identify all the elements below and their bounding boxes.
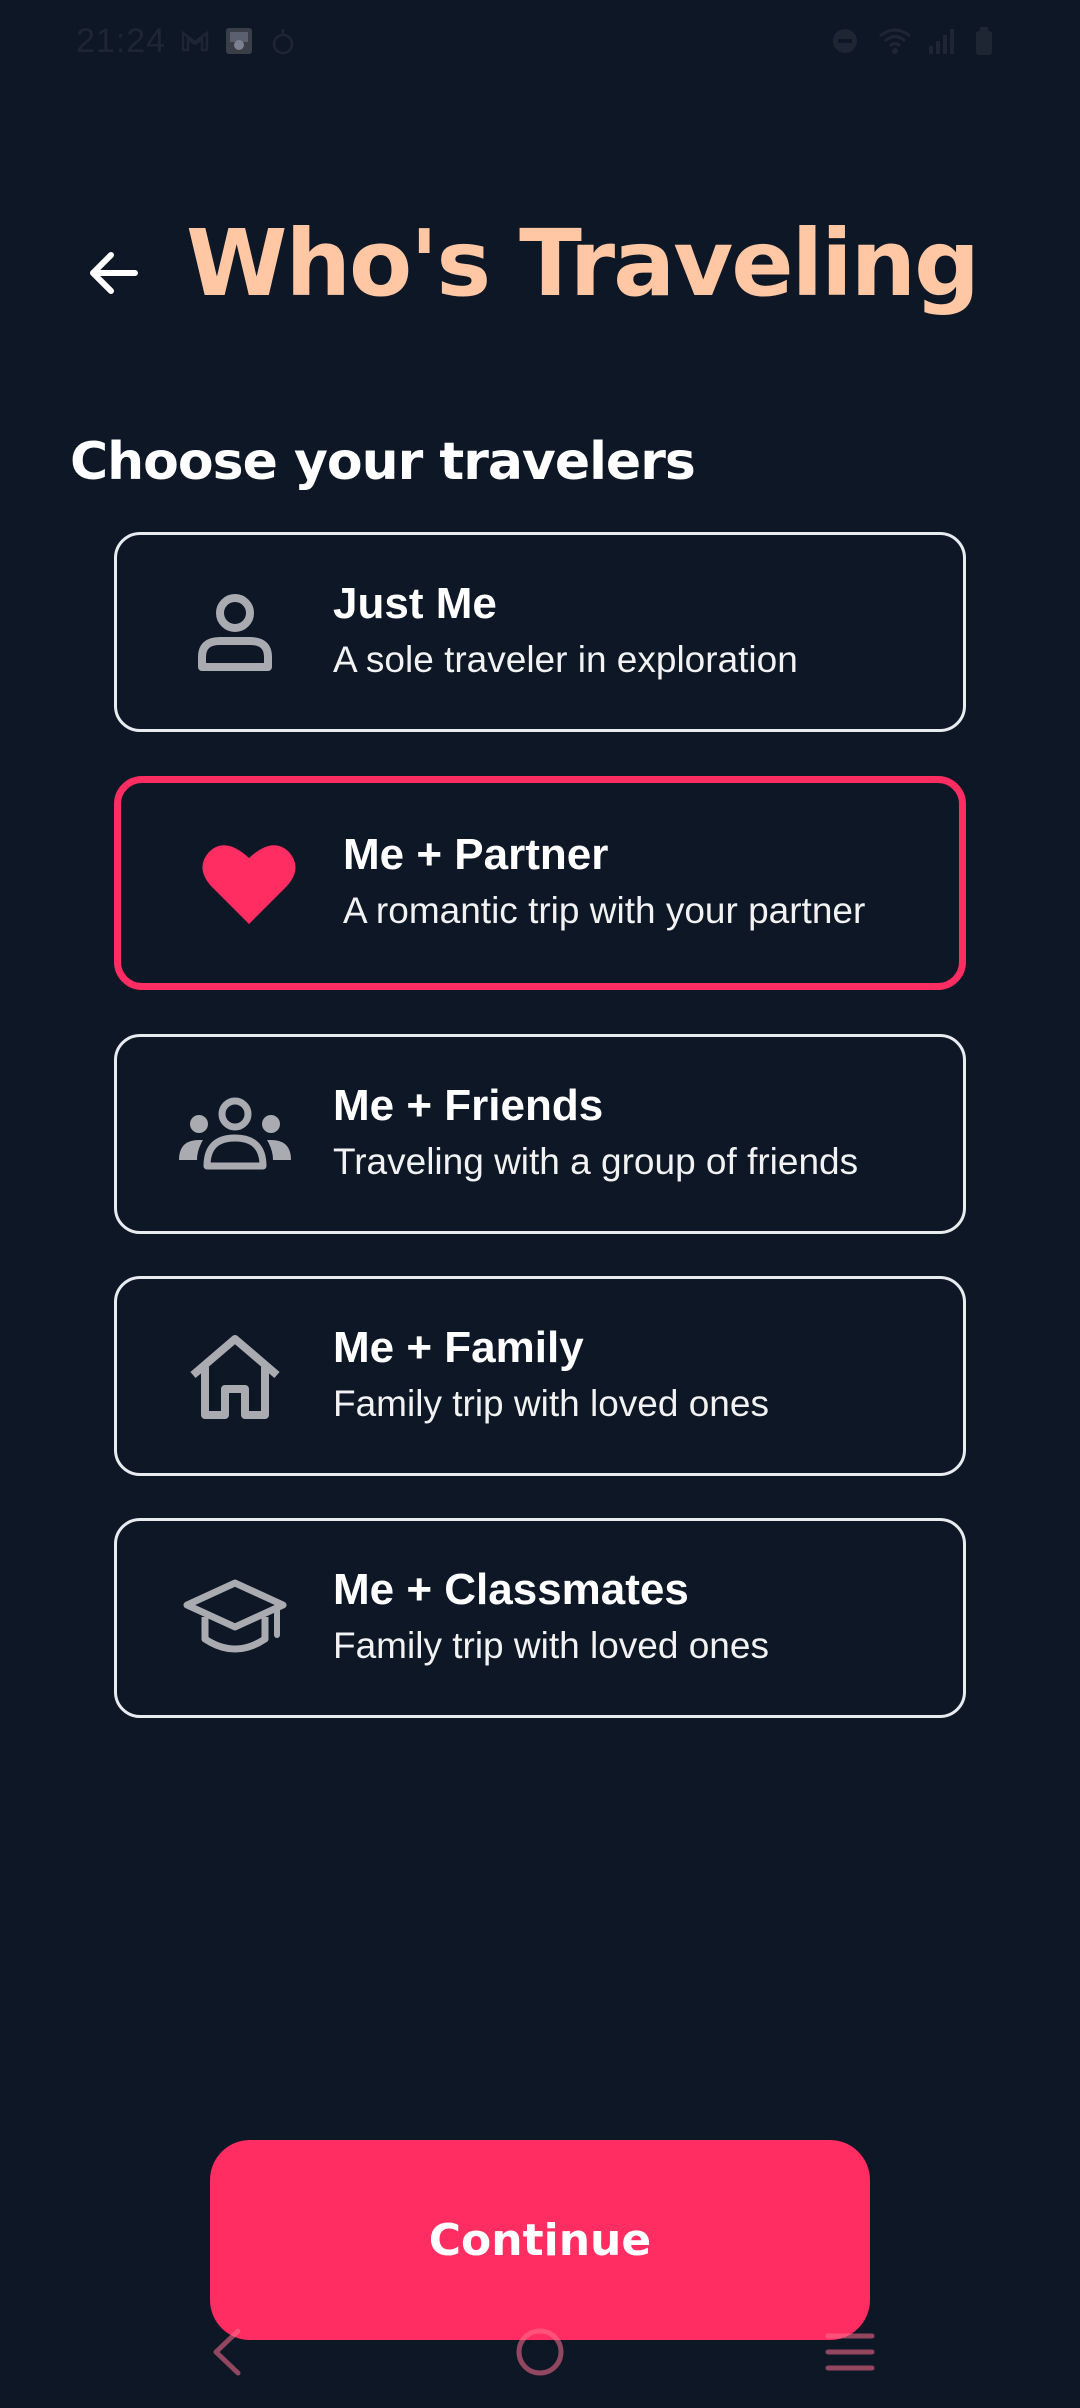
option-me-friends[interactable]: Me + Friends Traveling with a group of f… bbox=[114, 1034, 966, 1234]
nav-back-button[interactable] bbox=[196, 2322, 260, 2386]
status-bar: 21:24 bbox=[0, 0, 1080, 88]
nav-home-icon bbox=[514, 2326, 566, 2382]
nav-back-icon bbox=[208, 2327, 248, 2381]
nav-home-button[interactable] bbox=[508, 2322, 572, 2386]
photo-thumbnail-icon bbox=[224, 26, 254, 56]
option-subtitle: A sole traveler in exploration bbox=[333, 639, 798, 680]
gmail-icon bbox=[180, 26, 210, 56]
option-title: Just Me bbox=[333, 579, 497, 628]
status-right-icons bbox=[830, 26, 1004, 56]
status-time: 21:24 bbox=[76, 22, 167, 60]
page-title: Who's Traveling bbox=[186, 210, 980, 317]
status-left-icons bbox=[180, 26, 298, 56]
option-text: Me + Family Family trip with loved ones bbox=[333, 1320, 769, 1432]
home-icon bbox=[177, 1318, 293, 1434]
screen: 21:24 Who's Traveling Choose your travel… bbox=[0, 0, 1080, 2408]
option-title: Me + Partner bbox=[343, 830, 609, 879]
option-title: Me + Friends bbox=[333, 1081, 604, 1130]
option-me-family[interactable]: Me + Family Family trip with loved ones bbox=[114, 1276, 966, 1476]
option-subtitle: Family trip with loved ones bbox=[333, 1625, 769, 1666]
group-icon bbox=[177, 1076, 293, 1192]
nav-menu-button[interactable] bbox=[818, 2322, 882, 2386]
person-icon bbox=[177, 574, 293, 690]
option-just-me[interactable]: Just Me A sole traveler in exploration bbox=[114, 532, 966, 732]
graduation-cap-icon bbox=[177, 1560, 293, 1676]
nav-menu-icon bbox=[824, 2330, 876, 2378]
heart-icon bbox=[191, 825, 307, 941]
dnd-icon bbox=[830, 26, 860, 56]
option-subtitle: Family trip with loved ones bbox=[333, 1383, 769, 1424]
continue-button[interactable]: Continue bbox=[210, 2140, 870, 2340]
option-text: Just Me A sole traveler in exploration bbox=[333, 576, 798, 688]
option-text: Me + Classmates Family trip with loved o… bbox=[333, 1562, 769, 1674]
option-me-classmates[interactable]: Me + Classmates Family trip with loved o… bbox=[114, 1518, 966, 1718]
section-heading: Choose your travelers bbox=[70, 432, 696, 492]
option-subtitle: Traveling with a group of friends bbox=[333, 1141, 859, 1182]
option-subtitle: A romantic trip with your partner bbox=[343, 890, 866, 931]
back-button[interactable] bbox=[78, 240, 148, 310]
notification-icon bbox=[268, 26, 298, 56]
wifi-icon bbox=[878, 26, 911, 56]
arrow-left-icon bbox=[85, 245, 141, 305]
signal-icon bbox=[926, 26, 956, 56]
option-title: Me + Classmates bbox=[333, 1565, 689, 1614]
continue-label: Continue bbox=[428, 2214, 652, 2266]
option-me-partner[interactable]: Me + Partner A romantic trip with your p… bbox=[114, 776, 966, 990]
option-text: Me + Partner A romantic trip with your p… bbox=[343, 827, 865, 939]
option-text: Me + Friends Traveling with a group of f… bbox=[333, 1078, 858, 1190]
option-title: Me + Family bbox=[333, 1323, 584, 1372]
battery-icon bbox=[974, 26, 1004, 56]
